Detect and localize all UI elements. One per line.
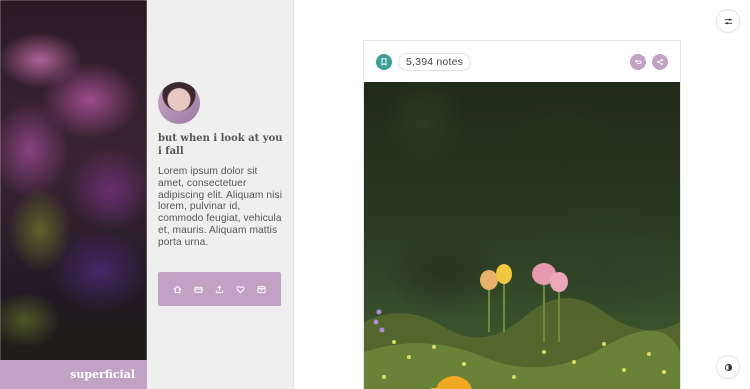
garden-photo [364,263,680,389]
bookmark-icon [381,58,387,66]
heart-icon [236,285,245,293]
heart-button[interactable] [233,282,247,296]
blog-title: but when i look at you i fall [158,133,283,157]
message-button[interactable] [192,282,206,296]
avatar[interactable] [158,82,200,124]
share-button[interactable] [652,54,668,70]
reblog-icon [634,59,642,65]
sliders-icon [724,18,732,24]
notes-count[interactable]: 5,394 notes [398,53,472,71]
left-photo [0,0,147,389]
sidebar: but when i look at you i fall Lorem ipsu… [147,0,294,389]
theme-toggle-button[interactable] [717,356,739,378]
site-caption[interactable]: superficial [0,360,147,389]
home-icon [173,285,182,293]
post-photo[interactable] [364,82,680,389]
message-icon [194,286,203,293]
bookmark-button[interactable] [376,54,392,70]
share-icon [657,59,663,65]
home-button[interactable] [171,282,185,296]
post-header: 5,394 notes [364,41,680,82]
customize-button[interactable] [717,10,739,32]
sidebar-nav [158,272,281,306]
archive-button[interactable] [254,282,268,296]
upload-icon [215,285,224,293]
reblog-button[interactable] [630,54,646,70]
post: 5,394 notes [363,40,681,389]
upload-button[interactable] [212,282,226,296]
archive-icon [257,285,266,293]
blog-description: Lorem ipsum dolor sit amet, consectetuer… [158,166,283,248]
moon-icon [724,363,732,371]
